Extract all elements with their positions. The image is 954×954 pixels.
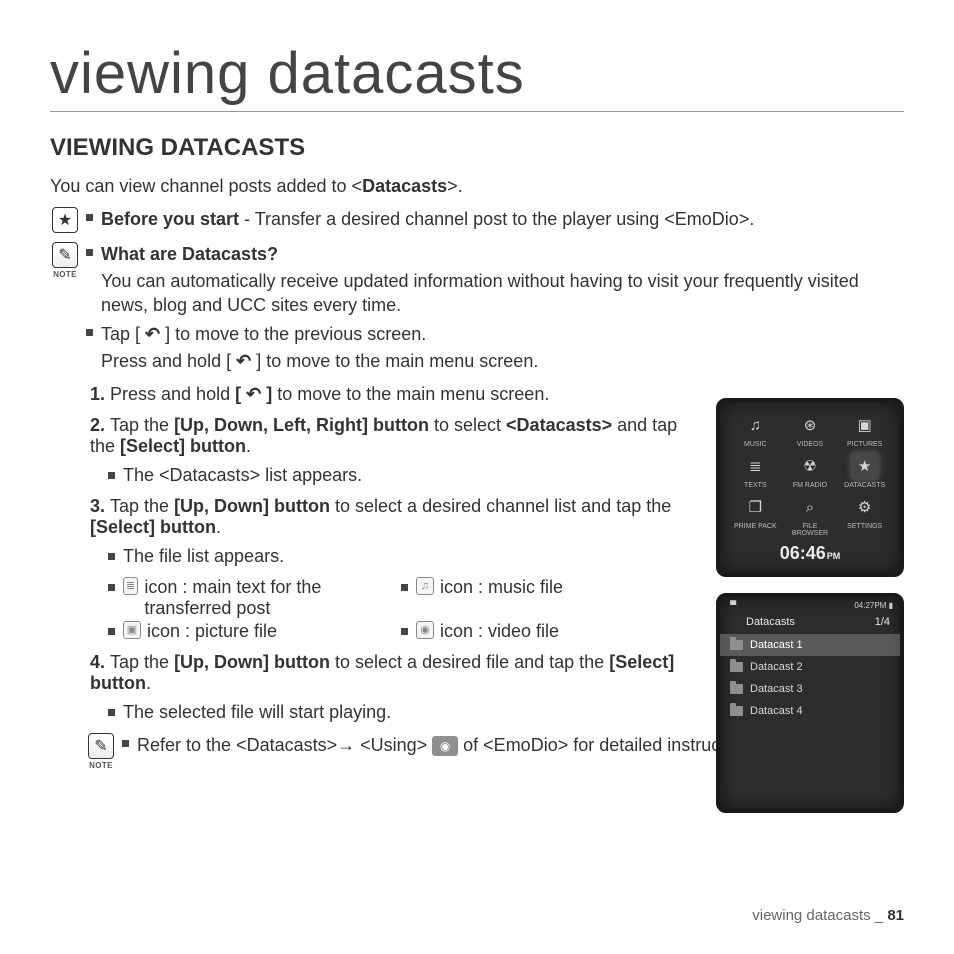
tip-text: Before you start - Transfer a desired ch… — [101, 207, 754, 232]
music-icon: ♫ — [416, 577, 434, 595]
menu-item-datacasts: ★DATACASTS — [838, 452, 891, 489]
note-caption: NOTE — [53, 270, 77, 279]
menu-item-videos: ⊛VIDEOS — [784, 411, 837, 448]
picture-icon: ▣ — [123, 621, 141, 639]
device-list-screenshot: ▝▘04:27PM ▮ Datacasts1/4 Datacast 1Datac… — [716, 593, 904, 813]
list-item: Datacast 2 — [720, 656, 900, 678]
folder-icon — [730, 706, 743, 716]
folder-icon — [730, 662, 743, 672]
note-caption: NOTE — [89, 761, 113, 770]
section-title: VIEWING DATACASTS — [50, 134, 904, 162]
page-footer: viewing datacasts _ 81 — [752, 907, 904, 924]
video-icon: ◉ — [416, 621, 434, 639]
step-2-sub: The <Datacasts> list appears. — [123, 465, 362, 486]
device-menu-screenshot: ♫MUSIC⊛VIDEOS▣PICTURES ≣TEXTS☢FM RADIO★DA… — [716, 398, 904, 577]
folder-icon — [730, 684, 743, 694]
status-time: 04:27PM — [854, 601, 886, 610]
star-icon: ★ — [52, 207, 78, 233]
pencil-icon: ✎ — [88, 733, 114, 759]
note-block-1: ✎ NOTE What are Datacasts? You can autom… — [50, 242, 904, 374]
battery-icon: ▮ — [889, 601, 893, 610]
menu-item-texts: ≣TEXTS — [729, 452, 782, 489]
menu-item-file-browser: ⌕FILE BROWSER — [784, 493, 837, 537]
chapter-title: viewing datacasts — [50, 40, 904, 112]
intro-text: You can view channel posts added to <Dat… — [50, 176, 904, 197]
clock: 06:46PM — [729, 543, 891, 564]
list-item: Datacast 4 — [720, 700, 900, 722]
back-icon: ↶ — [236, 349, 251, 374]
back-icon: ↶ — [145, 322, 160, 347]
what-label: What are Datacasts? — [101, 244, 278, 264]
what-text: You can automatically receive updated in… — [101, 269, 904, 319]
hold-text: Press and hold [ ↶ ] to move to the main… — [101, 349, 904, 374]
list-title: Datacasts — [746, 616, 795, 628]
list-counter: 1/4 — [875, 616, 890, 628]
menu-item-pictures: ▣PICTURES — [838, 411, 891, 448]
folder-icon — [730, 640, 743, 650]
signal-icon: ▝▘ — [727, 601, 739, 610]
text-icon: ≣ — [123, 577, 138, 595]
list-item: Datacast 3 — [720, 678, 900, 700]
note2-text: Refer to the <Datacasts>→ <Using> ◉ of <… — [137, 733, 763, 758]
step-3-sub: The file list appears. — [123, 546, 284, 567]
eye-icon: ◉ — [432, 736, 458, 756]
list-item: Datacast 1 — [720, 634, 900, 656]
pencil-icon: ✎ — [52, 242, 78, 268]
menu-item-prime-pack: ❐PRIME PACK — [729, 493, 782, 537]
tip-block: ★ Before you start - Transfer a desired … — [50, 207, 904, 234]
step-4-sub: The selected file will start playing. — [123, 702, 391, 723]
tap-text: Tap [ ↶ ] to move to the previous screen… — [101, 322, 426, 347]
menu-item-fm-radio: ☢FM RADIO — [784, 452, 837, 489]
menu-item-music: ♫MUSIC — [729, 411, 782, 448]
menu-item-settings: ⚙SETTINGS — [838, 493, 891, 537]
back-icon: ↶ — [246, 384, 261, 405]
